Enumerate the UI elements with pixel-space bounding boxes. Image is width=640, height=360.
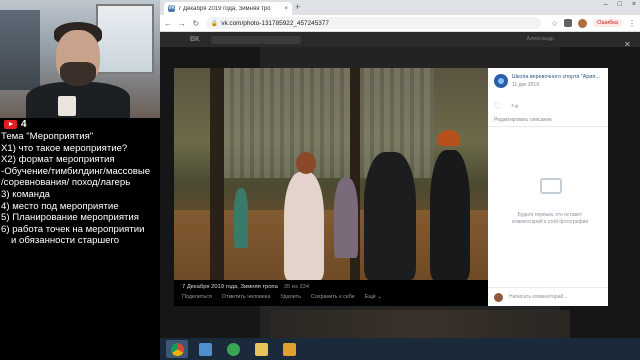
my-avatar <box>494 292 503 302</box>
chrome-icon <box>170 342 184 356</box>
note-line: 3) команда <box>1 188 50 200</box>
back-arrow-icon[interactable]: ← <box>164 19 172 28</box>
vk-user-name[interactable]: Александр <box>526 36 554 42</box>
reactions: ♡ ↪ <box>494 101 519 112</box>
group-name[interactable]: Школа веревочного спорта "Ария... <box>512 74 600 81</box>
close-window-button[interactable]: × <box>632 1 636 8</box>
note-line: 6) работа точек на мероприятии <box>1 223 145 235</box>
toolbar-actions: ☆ Ошибка ⋮ <box>551 18 636 28</box>
youtube-count: 4 <box>21 119 27 130</box>
tab-bar: VK 7 Декабря 2019 года, Зимняя тро × + –… <box>160 0 640 15</box>
vk-search-input[interactable] <box>211 35 302 44</box>
save-link[interactable]: Сохранить к себе <box>311 294 355 300</box>
window-controls: – □ × <box>604 1 636 8</box>
bookmark-star-icon[interactable]: ☆ <box>551 19 558 28</box>
tab-title: 7 Декабря 2019 года, Зимняя тро <box>178 5 271 12</box>
share-link[interactable]: Поделиться <box>182 294 212 300</box>
close-viewer-icon[interactable]: ✕ <box>624 40 631 49</box>
taskbar-folder[interactable] <box>250 340 272 358</box>
tab-close-icon[interactable]: × <box>284 6 288 12</box>
comments-empty-icon <box>540 178 562 194</box>
photo-area: 7 Декабря 2019 года, Зимняя тропа 35 из … <box>174 68 488 306</box>
photo-counter: 35 из 334 <box>283 284 310 290</box>
youtube-counter: 4 <box>4 119 27 130</box>
note-line: -Обучение/тимбилдинг/массовые <box>1 165 151 177</box>
vk-favicon-icon: VK <box>168 5 175 12</box>
like-heart-icon[interactable]: ♡ <box>494 101 502 112</box>
taskbar-media[interactable] <box>194 340 216 358</box>
taskbar <box>160 338 640 360</box>
page-content: ВК Александр ✕ 7 Декабря 2019 года, Зимн… <box>160 32 640 338</box>
topic-notes: Тема "Мероприятия" X1) что такое меропри… <box>1 131 161 247</box>
group-avatar[interactable] <box>494 74 508 88</box>
address-bar[interactable]: 🔒 vk.com/photo-131785922_457245377 <box>205 17 541 29</box>
browser-window: VK 7 Декабря 2019 года, Зимняя тро × + –… <box>160 0 640 338</box>
folder-icon <box>254 342 268 356</box>
photo-sidebar: Школа веревочного спорта "Ария... 11 дек… <box>488 68 608 306</box>
vk-logo[interactable]: ВК <box>190 36 199 43</box>
game-icon <box>226 342 240 356</box>
youtube-icon <box>4 120 17 129</box>
url-text: vk.com/photo-131785922_457245377 <box>221 19 329 27</box>
event-photo[interactable] <box>174 68 488 280</box>
note-line: Тема "Мероприятия" <box>1 131 94 142</box>
comment-composer: Написать комментарий... <box>488 287 608 306</box>
stream-overlay: 4 Тема "Мероприятия" X1) что такое мероп… <box>0 0 160 360</box>
note-line: и обязанности старшего <box>11 235 120 247</box>
photo-caption: 7 Декабря 2019 года, Зимняя тропа <box>182 284 278 290</box>
comment-input[interactable]: Написать комментарий... <box>509 294 567 300</box>
post-author: Школа веревочного спорта "Ария... 11 дек… <box>488 68 608 88</box>
browser-toolbar: ← → ↻ 🔒 vk.com/photo-131785922_457245377… <box>160 15 640 32</box>
taskbar-player[interactable] <box>278 340 300 358</box>
menu-kebab-icon[interactable]: ⋮ <box>628 19 636 28</box>
photo-footer: 7 Декабря 2019 года, Зимняя тропа 35 из … <box>174 280 488 306</box>
taskbar-chrome[interactable] <box>166 340 188 358</box>
new-tab-button[interactable]: + <box>295 2 300 13</box>
media-icon <box>198 342 212 356</box>
reload-icon[interactable]: ↻ <box>192 19 200 28</box>
error-badge[interactable]: Ошибка <box>593 19 622 27</box>
taskbar-game[interactable] <box>222 340 244 358</box>
note-line: X1) что такое мероприятие? <box>1 142 128 154</box>
lock-icon: 🔒 <box>210 20 219 27</box>
note-line: 5) Планирование мероприятия <box>1 212 139 224</box>
webcam-feed <box>0 0 160 118</box>
more-link[interactable]: Ещё ⌄ <box>365 294 382 300</box>
edit-description-link[interactable]: Редактировать описание <box>494 117 552 123</box>
share-arrow-icon[interactable]: ↪ <box>511 101 519 112</box>
extension-icon[interactable] <box>564 19 573 27</box>
post-date: 11 дек 2019 <box>512 81 539 88</box>
delete-link[interactable]: Удалить <box>280 294 301 300</box>
empty-comments-text: Будьте первым, кто оставит комментарий к… <box>511 212 589 225</box>
photo-viewer: 7 Декабря 2019 года, Зимняя тропа 35 из … <box>174 68 608 306</box>
tab-vk-photo[interactable]: VK 7 Декабря 2019 года, Зимняя тро × <box>164 2 292 15</box>
forward-arrow-icon[interactable]: → <box>178 19 186 28</box>
vk-header: ВК Александр <box>160 32 640 47</box>
tag-person-link[interactable]: Отметить человека <box>222 294 271 300</box>
note-line: 4) место под мероприятие <box>1 200 119 212</box>
note-line: /соревнования/ поход/лагерь <box>1 177 131 189</box>
divider <box>488 126 608 127</box>
background-photo-strip <box>270 310 570 338</box>
note-line: X2) формат мероприятия <box>1 154 115 166</box>
screen: 4 Тема "Мероприятия" X1) что такое мероп… <box>0 0 640 360</box>
photo-actions: Поделиться Отметить человека Удалить Сох… <box>182 294 480 300</box>
minimize-button[interactable]: – <box>604 1 608 8</box>
player-icon <box>282 342 296 356</box>
profile-avatar[interactable] <box>578 18 588 28</box>
maximize-button[interactable]: □ <box>618 1 622 8</box>
